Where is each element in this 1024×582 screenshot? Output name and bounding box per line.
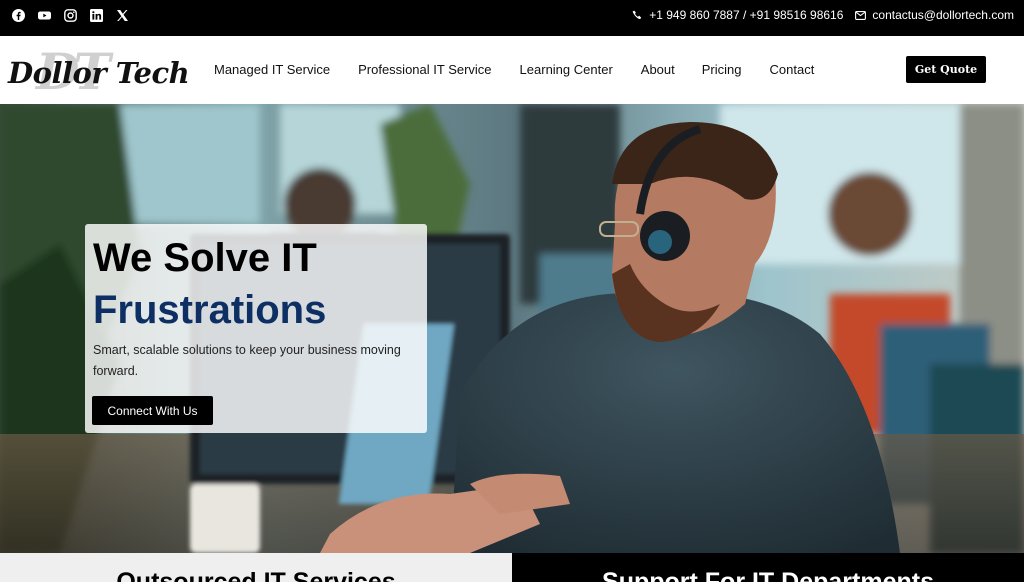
email-text: contactus@dollortech.com (872, 8, 1014, 22)
instagram-icon[interactable] (64, 9, 77, 22)
nav-about[interactable]: About (641, 62, 675, 77)
contact-info: +1 949 860 7887 / +91 98516 98616 contac… (632, 8, 1014, 22)
site-header: DT Dollor Tech Managed IT Service Profes… (0, 36, 1024, 104)
nav-learning-center[interactable]: Learning Center (520, 62, 613, 77)
connect-with-us-button[interactable]: Connect With Us (92, 396, 213, 425)
support-it-departments-title: Support For IT Departments (602, 568, 934, 582)
nav-managed-it-service[interactable]: Managed IT Service (214, 62, 330, 77)
nav-contact[interactable]: Contact (770, 62, 815, 77)
email-contact[interactable]: contactus@dollortech.com (855, 8, 1014, 22)
phone-text: +1 949 860 7887 / +91 98516 98616 (649, 8, 844, 22)
youtube-icon[interactable] (38, 9, 51, 22)
hero-card: We Solve IT Frustrations Smart, scalable… (85, 224, 427, 433)
get-quote-button[interactable]: Get Quote (906, 56, 986, 83)
mail-icon (855, 10, 867, 20)
phone-contact[interactable]: +1 949 860 7887 / +91 98516 98616 (632, 8, 843, 22)
logo[interactable]: DT Dollor Tech (8, 42, 190, 101)
linkedin-icon[interactable] (90, 9, 103, 22)
main-nav: Managed IT Service Professional IT Servi… (214, 62, 814, 77)
social-links (12, 9, 129, 22)
top-bar: +1 949 860 7887 / +91 98516 98616 contac… (0, 0, 1024, 36)
support-it-departments-section: Support For IT Departments (512, 553, 1024, 582)
facebook-icon[interactable] (12, 9, 25, 22)
nav-professional-it-service[interactable]: Professional IT Service (358, 62, 491, 77)
hero-section: We Solve IT Frustrations Smart, scalable… (0, 104, 1024, 553)
hero-title-line2: Frustrations (93, 288, 327, 332)
x-icon[interactable] (116, 9, 129, 22)
logo-text: Dollor Tech (8, 56, 190, 90)
hero-subtitle: Smart, scalable solutions to keep your b… (93, 343, 401, 378)
nav-pricing[interactable]: Pricing (702, 62, 742, 77)
hero-title-line1: We Solve IT (93, 236, 317, 280)
outsourced-it-services-section: Outsourced IT Services (0, 553, 512, 582)
phone-icon (632, 10, 642, 19)
outsourced-it-services-title: Outsourced IT Services (116, 568, 396, 582)
